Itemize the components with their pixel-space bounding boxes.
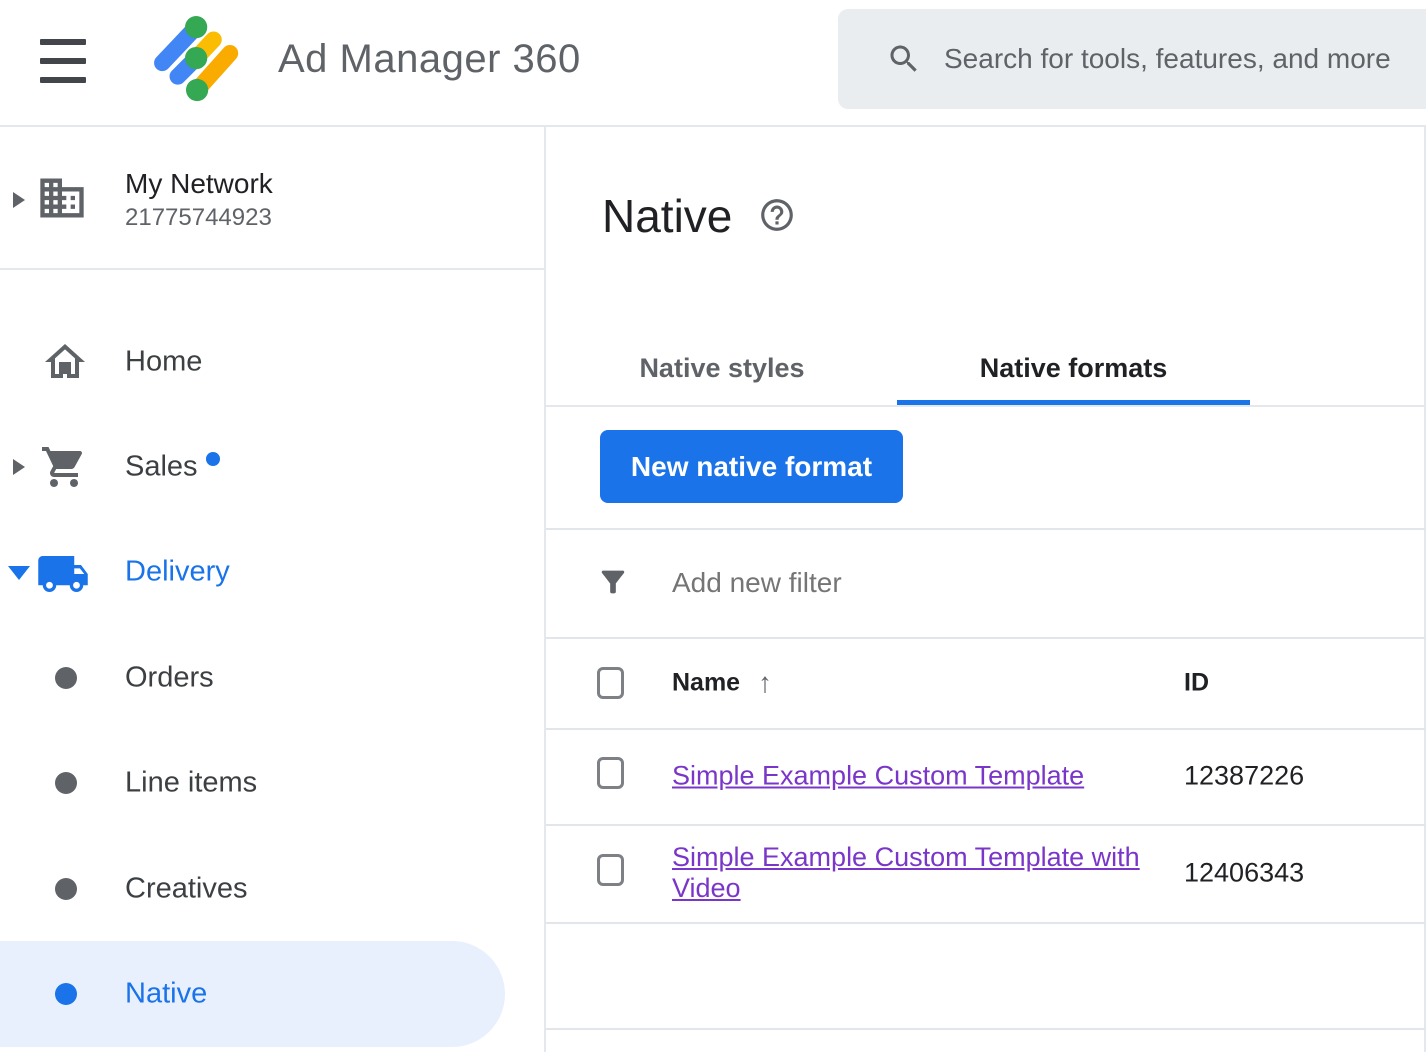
filter-bar[interactable]: Add new filter	[546, 528, 1426, 637]
divider	[546, 922, 1426, 924]
row-name-link[interactable]: Simple Example Custom Template with Vide…	[672, 842, 1144, 904]
sidebar-item-label: Line items	[125, 767, 257, 800]
sort-ascending-icon[interactable]: ↑	[758, 667, 772, 699]
ad-manager-window: Ad Manager 360 Search for tools, feature…	[0, 0, 1426, 1052]
bullet-icon	[55, 772, 77, 794]
home-icon	[41, 338, 89, 386]
sidebar: My Network 21775744923 Home Sales	[0, 127, 546, 1052]
column-header-name[interactable]: Name	[672, 668, 740, 697]
sidebar-item-label: Native	[125, 978, 207, 1011]
network-selector[interactable]: My Network 21775744923	[0, 127, 546, 268]
network-expand-caret-icon[interactable]	[13, 192, 25, 208]
tab-bar-divider	[546, 405, 1426, 407]
shopping-cart-icon	[40, 443, 88, 491]
sidebar-item-label: Creatives	[125, 873, 248, 906]
active-tab-indicator	[897, 400, 1250, 405]
sidebar-item-home[interactable]: Home	[0, 309, 546, 415]
sales-expand-caret-icon[interactable]	[13, 459, 25, 475]
network-name: My Network	[125, 167, 273, 201]
search-icon	[886, 41, 922, 77]
bullet-icon	[55, 983, 77, 1005]
sidebar-item-delivery[interactable]: Delivery	[0, 519, 546, 625]
tab-native-formats[interactable]: Native formats	[897, 332, 1250, 405]
sidebar-item-label: Sales	[125, 451, 198, 484]
filter-funnel-icon	[596, 565, 630, 599]
network-id: 21775744923	[125, 201, 273, 235]
search-input[interactable]: Search for tools, features, and more	[838, 9, 1426, 109]
sidebar-item-label: Delivery	[125, 556, 230, 589]
select-all-checkbox[interactable]	[597, 667, 624, 699]
main-content: Native Native styles Native formats New …	[546, 127, 1426, 1052]
sidebar-item-label: Orders	[125, 662, 214, 695]
divider	[546, 1028, 1426, 1030]
table-header-row: Name ↑ ID	[546, 637, 1426, 728]
sidebar-item-native[interactable]: Native	[0, 941, 505, 1047]
tab-native-styles[interactable]: Native styles	[602, 332, 842, 405]
help-icon[interactable]	[758, 196, 796, 234]
new-native-format-button[interactable]: New native format	[600, 430, 903, 503]
row-id: 12387226	[1184, 761, 1304, 792]
app-title: Ad Manager 360	[278, 37, 581, 82]
page-title: Native	[602, 189, 732, 243]
row-checkbox[interactable]	[597, 757, 624, 789]
row-checkbox[interactable]	[597, 854, 624, 886]
sidebar-item-orders[interactable]: Orders	[0, 625, 546, 731]
table-row: Simple Example Custom Template 12387226	[546, 728, 1426, 824]
sidebar-divider	[0, 268, 546, 270]
sales-notification-badge	[206, 452, 220, 466]
sidebar-item-sales[interactable]: Sales	[0, 414, 546, 520]
hamburger-menu-icon[interactable]	[40, 39, 86, 83]
column-header-id[interactable]: ID	[1184, 668, 1209, 697]
building-icon	[36, 172, 88, 224]
filter-placeholder: Add new filter	[672, 567, 842, 599]
sidebar-item-label: Home	[125, 346, 202, 379]
bullet-icon	[55, 667, 77, 689]
delivery-collapse-caret-icon[interactable]	[8, 566, 30, 580]
sidebar-item-line-items[interactable]: Line items	[0, 730, 546, 836]
row-id: 12406343	[1184, 858, 1304, 889]
sidebar-item-creatives[interactable]: Creatives	[0, 836, 546, 942]
top-bar: Ad Manager 360 Search for tools, feature…	[0, 0, 1426, 127]
search-placeholder: Search for tools, features, and more	[944, 43, 1391, 75]
tab-bar: Native styles Native formats	[546, 332, 1426, 405]
bullet-icon	[55, 878, 77, 900]
table-row: Simple Example Custom Template with Vide…	[546, 824, 1426, 922]
row-name-link[interactable]: Simple Example Custom Template	[672, 761, 1084, 792]
ad-manager-logo-icon	[142, 2, 258, 118]
truck-icon	[36, 547, 90, 601]
